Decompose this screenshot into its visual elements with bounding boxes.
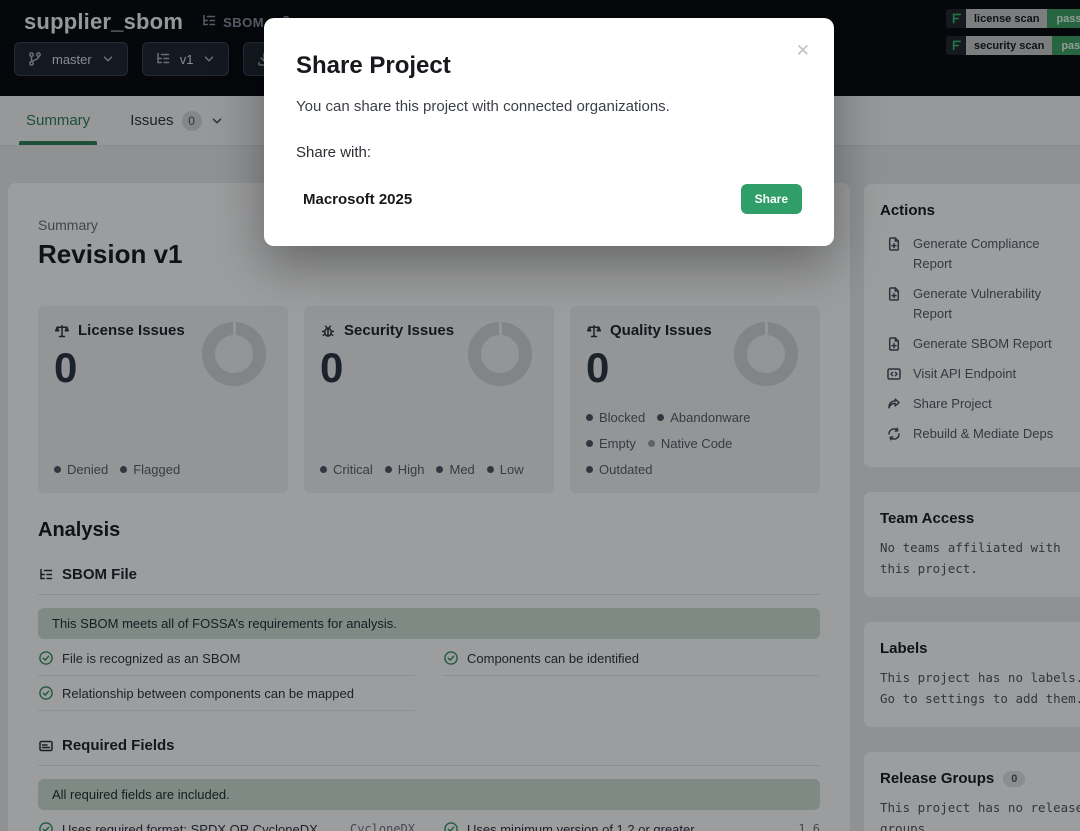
modal-title: Share Project bbox=[296, 52, 802, 80]
share-with-label: Share with: bbox=[296, 144, 802, 161]
share-button[interactable]: Share bbox=[741, 184, 802, 214]
share-org-row: Macrosoft 2025 Share bbox=[296, 184, 802, 214]
organization-name: Macrosoft 2025 bbox=[303, 191, 412, 208]
share-project-modal: ✕ Share Project You can share this proje… bbox=[264, 18, 834, 246]
modal-description: You can share this project with connecte… bbox=[296, 98, 802, 115]
close-icon[interactable]: ✕ bbox=[796, 42, 810, 59]
